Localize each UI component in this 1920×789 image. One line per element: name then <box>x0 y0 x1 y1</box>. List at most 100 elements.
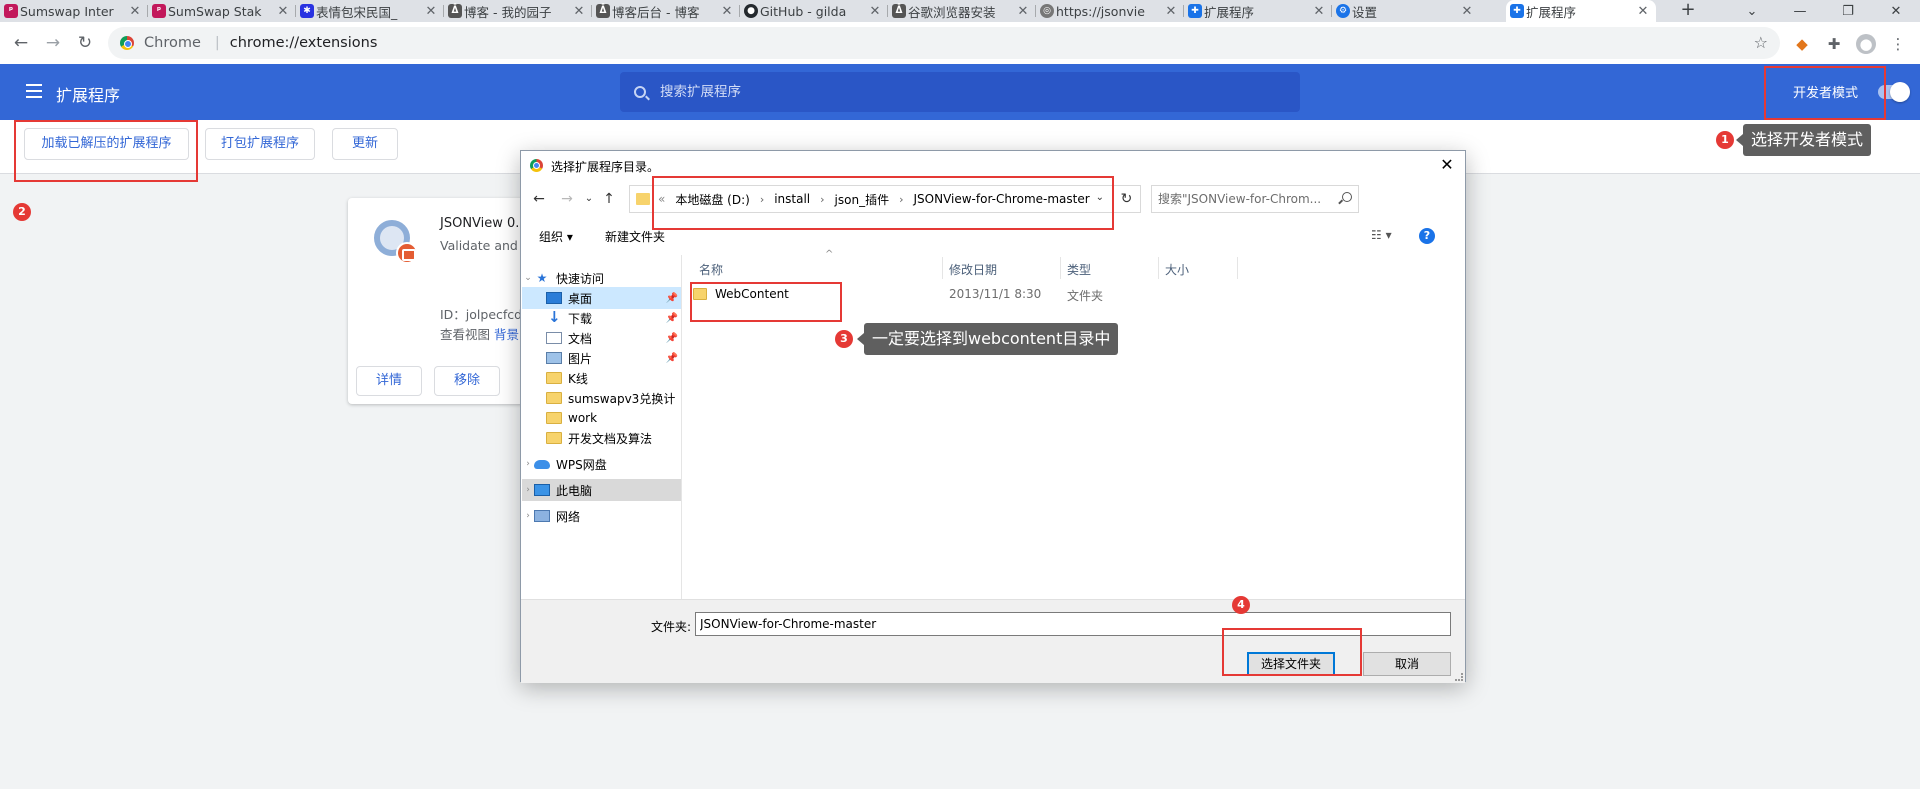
nav-pictures[interactable]: 图片 📌 <box>522 347 681 369</box>
details-button[interactable]: 详情 <box>356 366 422 396</box>
tab-search-icon[interactable]: ⌄ <box>1728 4 1776 19</box>
window-controls: ⌄ — ❐ ✕ <box>1728 0 1920 22</box>
help-icon[interactable]: ? <box>1419 228 1435 244</box>
tab-sumswap-inter[interactable]: ᵖ Sumswap Inter ✕ <box>0 0 148 22</box>
nav-folder-kline[interactable]: K线 <box>522 367 681 389</box>
folder-icon <box>636 193 650 205</box>
tab-close-icon[interactable]: ✕ <box>128 4 142 19</box>
tab-close-icon[interactable]: ✕ <box>572 4 586 19</box>
new-folder-button[interactable]: 新建文件夹 <box>605 228 665 245</box>
menu-icon[interactable] <box>26 84 42 98</box>
tab-close-icon[interactable]: ✕ <box>1636 4 1650 19</box>
tab-baidu[interactable]: ✱ 表情包宋民国_ ✕ <box>296 0 444 22</box>
view-options-icon[interactable]: ☷ ▾ <box>1371 228 1392 242</box>
nav-network[interactable]: › 网络 <box>522 505 681 527</box>
dialog-search[interactable] <box>1151 185 1359 213</box>
page-title: 扩展程序 <box>56 86 121 105</box>
network-icon <box>534 510 550 522</box>
tab-title: 设置 <box>1352 4 1378 20</box>
tab-close-icon[interactable]: ✕ <box>1016 4 1030 19</box>
more-menu-icon[interactable]: ⋮ <box>1888 34 1908 54</box>
restore-button[interactable]: ❐ <box>1824 4 1872 19</box>
tab-chrome-install[interactable]: ᐂ 谷歌浏览器安装 ✕ <box>888 0 1036 22</box>
tab-close-icon[interactable]: ✕ <box>1460 4 1474 19</box>
tab-close-icon[interactable]: ✕ <box>720 4 734 19</box>
github-icon: ● <box>744 4 758 18</box>
nav-documents[interactable]: 文档 📌 <box>522 327 681 349</box>
chrome-logo-icon <box>120 36 134 50</box>
tab-close-icon[interactable]: ✕ <box>1312 4 1326 19</box>
metamask-fox-icon[interactable]: ◆ <box>1792 34 1812 54</box>
chevron-right-icon[interactable]: › <box>522 459 534 469</box>
nav-folder-work[interactable]: work <box>522 407 681 429</box>
search-icon <box>634 86 646 98</box>
nav-downloads[interactable]: 下载 📌 <box>522 307 681 329</box>
update-button[interactable]: 更新 <box>332 128 398 160</box>
nav-quick-access[interactable]: ⌄ ★ 快速访问 <box>522 267 681 289</box>
tab-blog[interactable]: ᐂ 博客 - 我的园子 ✕ <box>444 0 592 22</box>
tab-close-icon[interactable]: ✕ <box>1164 4 1178 19</box>
file-type: 文件夹 <box>1067 289 1104 303</box>
chevron-right-icon[interactable]: › <box>522 511 534 521</box>
tab-extensions[interactable]: ✚ 扩展程序 ✕ <box>1184 0 1332 22</box>
chevron-right-icon[interactable]: › <box>522 485 534 495</box>
tab-title: 谷歌浏览器安装 <box>908 4 996 20</box>
search-extensions[interactable] <box>620 72 1300 112</box>
search-input[interactable] <box>660 84 1260 100</box>
sumswap-icon: ᵖ <box>4 4 18 18</box>
pin-icon: 📌 <box>665 332 678 344</box>
back-arrow-icon[interactable]: ← <box>529 189 549 209</box>
navigation-pane: ⌄ ★ 快速访问 桌面 📌 下载 📌 文档 📌 图片 📌 <box>522 255 682 599</box>
minimize-button[interactable]: — <box>1776 4 1824 19</box>
extensions-puzzle-icon[interactable]: ✚ <box>1824 34 1844 54</box>
dialog-search-input[interactable] <box>1158 192 1330 206</box>
document-icon <box>546 332 562 344</box>
chevron-down-icon[interactable]: ⌄ <box>522 273 534 283</box>
dialog-close-button[interactable]: ✕ <box>1435 153 1459 177</box>
reload-icon[interactable]: ↻ <box>74 32 96 54</box>
tab-jsonview[interactable]: ◎ https://jsonvie ✕ <box>1036 0 1184 22</box>
tab-blog-admin[interactable]: ᐂ 博客后台 - 博客 ✕ <box>592 0 740 22</box>
column-header-name[interactable]: 名称 <box>699 261 723 278</box>
tab-close-icon[interactable]: ✕ <box>424 4 438 19</box>
column-header-type[interactable]: 类型 <box>1067 261 1091 278</box>
forward-arrow-icon[interactable]: → <box>557 189 577 209</box>
tab-github[interactable]: ● GitHub - gilda ✕ <box>740 0 888 22</box>
step-badge-2: 2 <box>13 203 31 221</box>
background-page-link[interactable]: 背景 <box>494 327 519 342</box>
up-arrow-icon[interactable]: ↑ <box>599 189 619 209</box>
tab-sumswap-stake[interactable]: ᵖ SumSwap Stak ✕ <box>148 0 296 22</box>
refresh-icon[interactable]: ↻ <box>1113 185 1141 213</box>
organize-menu[interactable]: 组织 ▾ <box>539 228 573 245</box>
url-text: chrome://extensions <box>229 35 378 51</box>
nav-wps-cloud[interactable]: › WPS网盘 <box>522 453 681 475</box>
pack-extension-button[interactable]: 打包扩展程序 <box>205 128 315 160</box>
back-arrow-icon[interactable]: ← <box>10 32 32 54</box>
column-header-size[interactable]: 大小 <box>1165 261 1189 278</box>
puzzle-icon: ✚ <box>1510 4 1524 18</box>
extensions-header: 扩展程序 开发者模式 <box>0 64 1920 120</box>
profile-avatar-icon[interactable]: ● <box>1856 34 1876 54</box>
remove-button[interactable]: 移除 <box>434 366 500 396</box>
cancel-button[interactable]: 取消 <box>1363 652 1451 676</box>
nav-folder-dev-docs[interactable]: 开发文档及算法 <box>522 427 681 449</box>
nav-this-pc[interactable]: › 此电脑 <box>522 479 681 501</box>
tab-close-icon[interactable]: ✕ <box>868 4 882 19</box>
forward-arrow-icon[interactable]: → <box>42 32 64 54</box>
close-window-button[interactable]: ✕ <box>1872 4 1920 19</box>
nav-folder-sumswap[interactable]: sumswapv3兑换计 <box>522 387 681 409</box>
new-tab-button[interactable]: + <box>1676 0 1700 22</box>
address-bar[interactable]: Chrome | chrome://extensions ☆ <box>108 27 1780 59</box>
nav-desktop[interactable]: 桌面 📌 <box>522 287 681 309</box>
folder-label: 文件夹: <box>651 620 692 634</box>
tab-extensions-active[interactable]: ✚ 扩展程序 ✕ <box>1506 0 1656 22</box>
tab-close-icon[interactable]: ✕ <box>276 4 290 19</box>
recent-locations-chevron-icon[interactable]: ⌄ <box>579 189 599 209</box>
resize-grip-icon[interactable] <box>1455 673 1463 681</box>
tab-settings[interactable]: ⚙ 设置 ✕ <box>1332 0 1480 22</box>
column-header-modified[interactable]: 修改日期 <box>949 261 997 278</box>
callout-webcontent: 一定要选择到webcontent目录中 <box>856 323 1119 355</box>
bookmark-star-icon[interactable]: ☆ <box>1754 33 1768 52</box>
annotation-box-select-folder <box>1222 628 1362 676</box>
tab-title: SumSwap Stak <box>168 3 262 19</box>
